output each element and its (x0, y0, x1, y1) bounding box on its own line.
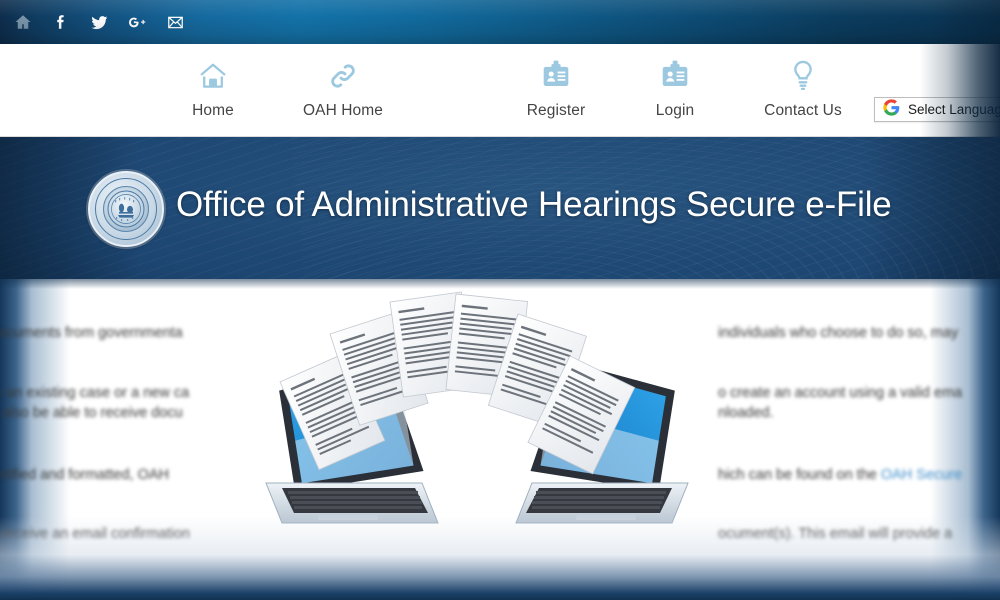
nav-label: Login (655, 102, 695, 119)
body-text-line: individuals who choose to do so, may (718, 325, 959, 341)
page-title: Office of Administrative Hearings Secure… (176, 185, 892, 224)
social-links (4, 0, 194, 44)
content-area: e documents from governmenta d to an exi… (0, 279, 1000, 600)
body-text-line: ocument(s). This email will provide a (718, 526, 953, 542)
twitter-icon[interactable] (80, 0, 118, 44)
facebook-icon[interactable] (42, 0, 80, 44)
email-icon[interactable] (156, 0, 194, 44)
id-card-icon (541, 56, 571, 96)
body-text-line: uld receive an email confirmation (0, 526, 190, 542)
google-logo-icon (883, 99, 900, 120)
home-icon[interactable] (4, 0, 42, 44)
topbar-right-vignette (930, 0, 1000, 44)
top-social-bar (0, 0, 1000, 44)
body-text-fragment: hich can be found on the (718, 467, 881, 483)
nav-item-register[interactable]: Register (496, 56, 616, 120)
oah-secure-link[interactable]: OAH Secure (881, 467, 962, 483)
google-plus-icon[interactable] (118, 0, 156, 44)
nav-label: OAH Home (302, 102, 384, 119)
nav-item-oah-home[interactable]: OAH Home (283, 56, 403, 120)
body-text-line: hich can be found on the OAH Secure (718, 465, 962, 485)
nav-item-contact-us[interactable]: Contact Us (743, 56, 863, 120)
select-language-label: Select Language (908, 102, 1000, 117)
select-language-dropdown[interactable]: Select Language (874, 97, 1000, 122)
nav-item-login[interactable]: Login (615, 56, 735, 120)
nav-label: Register (526, 102, 586, 119)
main-navigation: Home OAH Home Register Login Contact Us (0, 44, 1000, 137)
body-text-line: nloaded. (718, 405, 774, 421)
body-text-line: o create an account using a valid ema (718, 385, 963, 401)
body-text-line: identified and formatted, OAH (0, 467, 170, 483)
laptops-document-exchange-illustration (252, 284, 702, 559)
state-seal (88, 171, 164, 247)
nav-items: Home OAH Home Register Login Contact Us (0, 44, 1000, 136)
house-icon (195, 56, 231, 96)
seal-emblem-icon (90, 173, 162, 245)
nav-label: Contact Us (764, 102, 842, 119)
lightbulb-icon (788, 56, 818, 96)
nav-label: Home (192, 102, 234, 119)
body-text-line: will also be able to receive docu (0, 405, 183, 421)
link-chain-icon (326, 56, 360, 96)
body-text-line: e documents from governmenta (0, 325, 183, 341)
nav-item-home[interactable]: Home (153, 56, 273, 120)
id-card-icon (660, 56, 690, 96)
body-text-line: d to an existing case or a new ca (0, 385, 190, 401)
